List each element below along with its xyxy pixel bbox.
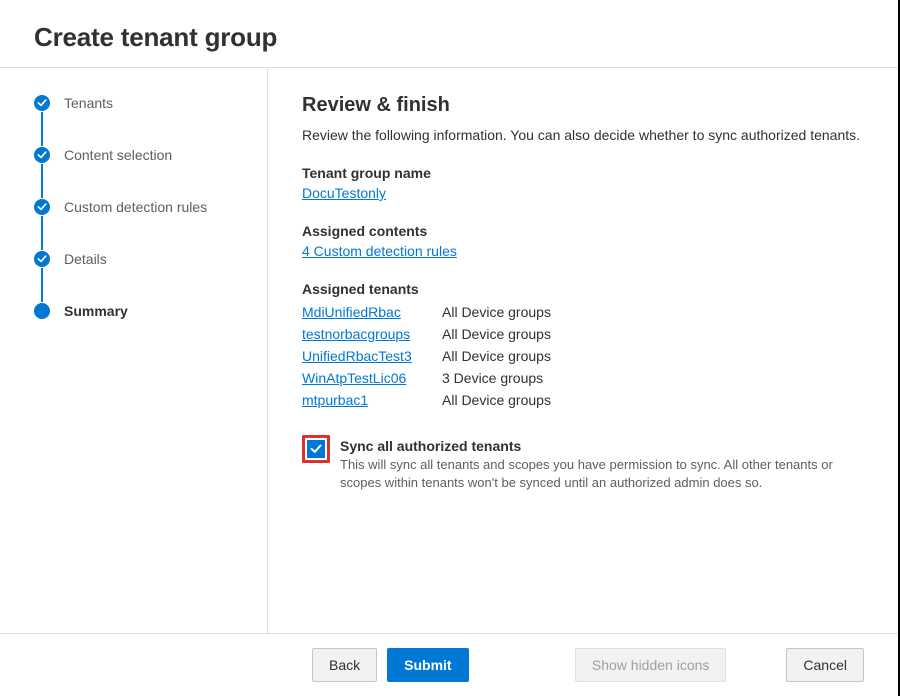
show-hidden-icons-button[interactable]: Show hidden icons: [575, 648, 727, 682]
assigned-contents-label: Assigned contents: [302, 223, 864, 239]
assigned-tenants-list: MdiUnifiedRbac All Device groups testnor…: [302, 301, 864, 411]
tenant-scope: All Device groups: [442, 323, 551, 345]
wizard-step-content-selection[interactable]: Content selection: [34, 146, 237, 164]
back-button[interactable]: Back: [312, 648, 377, 682]
current-step-icon: [34, 303, 50, 319]
tenant-name-link[interactable]: MdiUnifiedRbac: [302, 301, 422, 323]
review-subtext: Review the following information. You ca…: [302, 127, 864, 143]
page-title: Create tenant group: [34, 22, 864, 53]
wizard-step-label: Content selection: [64, 147, 172, 163]
sync-checkbox[interactable]: [307, 440, 325, 458]
cancel-button[interactable]: Cancel: [786, 648, 864, 682]
tenant-scope: All Device groups: [442, 301, 551, 323]
tenant-group-name-label: Tenant group name: [302, 165, 864, 181]
check-icon: [34, 199, 50, 215]
wizard-step-summary[interactable]: Summary: [34, 302, 237, 320]
tenant-group-name-link[interactable]: DocuTestonly: [302, 185, 386, 201]
tenant-scope: 3 Device groups: [442, 367, 543, 389]
check-icon: [34, 95, 50, 111]
assigned-contents-link[interactable]: 4 Custom detection rules: [302, 243, 457, 259]
tenant-scope: All Device groups: [442, 345, 551, 367]
check-icon: [34, 251, 50, 267]
tenant-row: UnifiedRbacTest3 All Device groups: [302, 345, 864, 367]
submit-button[interactable]: Submit: [387, 648, 468, 682]
tenant-row: WinAtpTestLic06 3 Device groups: [302, 367, 864, 389]
tenant-row: mtpurbac1 All Device groups: [302, 389, 864, 411]
wizard-step-label: Custom detection rules: [64, 199, 207, 215]
wizard-step-tenants[interactable]: Tenants: [34, 94, 237, 112]
check-icon: [34, 147, 50, 163]
tenant-name-link[interactable]: mtpurbac1: [302, 389, 422, 411]
footer: Back Submit Show hidden icons Cancel: [0, 633, 898, 696]
section-assigned-tenants: Assigned tenants MdiUnifiedRbac All Devi…: [302, 281, 864, 411]
tenant-name-link[interactable]: WinAtpTestLic06: [302, 367, 422, 389]
review-heading: Review & finish: [302, 94, 864, 117]
sync-checkbox-label: Sync all authorized tenants: [340, 438, 864, 454]
wizard-step-details[interactable]: Details: [34, 250, 237, 268]
tenant-name-link[interactable]: UnifiedRbacTest3: [302, 345, 422, 367]
wizard-step-custom-detection-rules[interactable]: Custom detection rules: [34, 198, 237, 216]
section-assigned-contents: Assigned contents 4 Custom detection rul…: [302, 223, 864, 261]
wizard-step-label: Tenants: [64, 95, 113, 111]
tenant-name-link[interactable]: testnorbacgroups: [302, 323, 422, 345]
sync-checkbox-row: Sync all authorized tenants This will sy…: [302, 435, 864, 491]
wizard-steps: Tenants Content selection Custom detecti…: [0, 68, 268, 633]
tenant-scope: All Device groups: [442, 389, 551, 411]
highlight-box: [302, 435, 330, 463]
sync-checkbox-description: This will sync all tenants and scopes yo…: [340, 456, 860, 491]
wizard-step-label: Details: [64, 251, 107, 267]
section-tenant-group-name: Tenant group name DocuTestonly: [302, 165, 864, 203]
tenant-row: testnorbacgroups All Device groups: [302, 323, 864, 345]
tenant-row: MdiUnifiedRbac All Device groups: [302, 301, 864, 323]
review-panel: Review & finish Review the following inf…: [268, 68, 898, 633]
assigned-tenants-label: Assigned tenants: [302, 281, 864, 297]
wizard-step-label: Summary: [64, 303, 128, 319]
